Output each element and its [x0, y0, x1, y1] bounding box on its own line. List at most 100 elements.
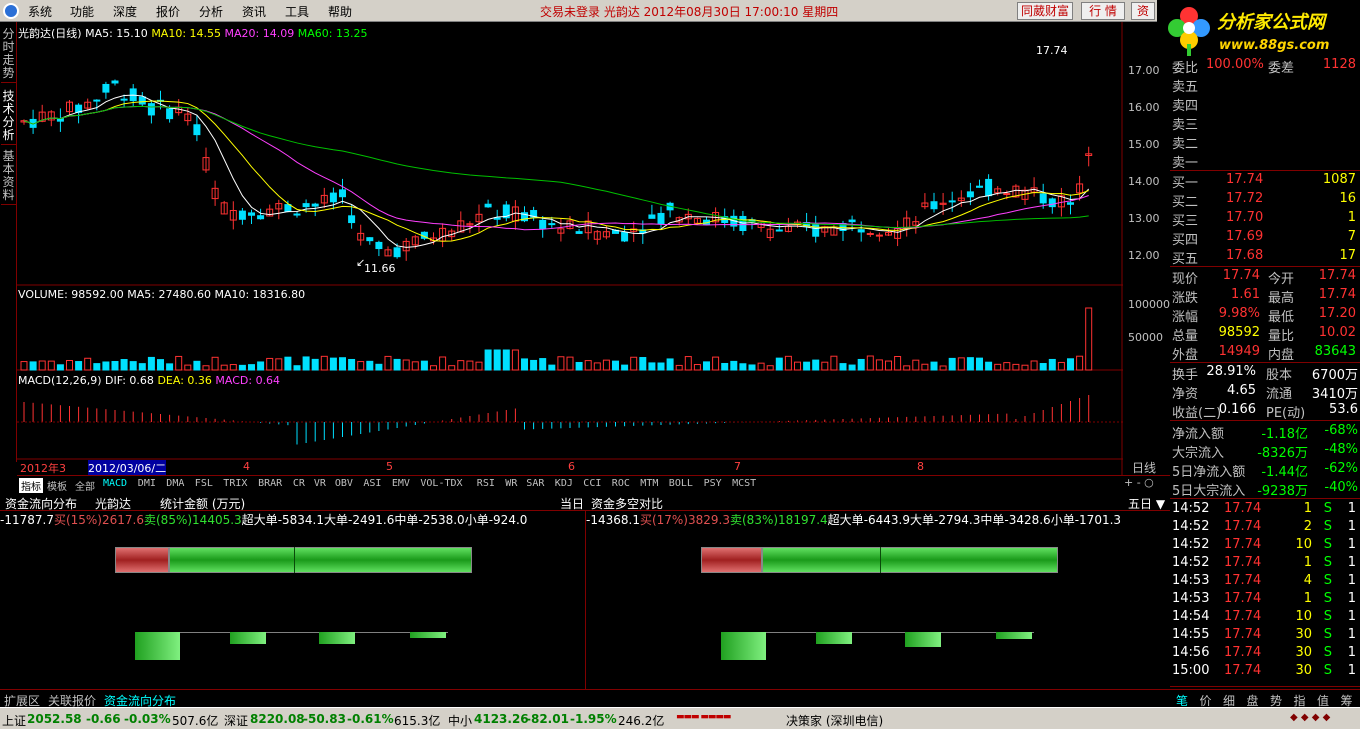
quote-stat-row: 外盘 14949 内盘 83643 — [1170, 343, 1360, 363]
order-size-value: -3428.6 — [1004, 513, 1051, 527]
order-size-value: -2491.6 — [348, 513, 395, 527]
fundflow-left: -11787.7买(15%)2617.6卖(85%)14405.3 超大单 -583… — [0, 511, 585, 689]
sz-index-change: -50.83 — [303, 712, 346, 726]
sz-index-name[interactable]: 深证 — [224, 712, 248, 729]
menu-tools[interactable]: 工具 — [285, 3, 309, 20]
indicator-tab[interactable]: DMA — [166, 478, 184, 489]
zx-index-name[interactable]: 中小 — [448, 712, 472, 729]
capital-flow-row: 净流入额 -1.18亿 -68% — [1170, 422, 1360, 442]
indicator-tab[interactable]: VR — [314, 478, 326, 489]
tick-time: 14:54 — [1172, 609, 1210, 624]
candle-body — [293, 213, 301, 216]
indicator-tab[interactable]: BOLL — [669, 478, 693, 489]
fundflow-compare-title[interactable]: 资金多空对比 — [591, 495, 663, 512]
menu-help[interactable]: 帮助 — [328, 3, 352, 20]
buy-level-row[interactable]: 买五 17.68 17 — [1170, 247, 1360, 267]
sh-index-name[interactable]: 上证 — [2, 712, 26, 729]
indicator-tab[interactable]: ASI — [363, 478, 381, 489]
menu-depth[interactable]: 深度 — [113, 3, 137, 20]
volume-bar — [721, 362, 729, 371]
dea-label: DEA: 0.36 — [157, 374, 212, 387]
tab-fundamental[interactable]: 基本资料 — [1, 150, 16, 205]
buy-level-row[interactable]: 买一 17.74 1087 — [1170, 171, 1360, 191]
indicator-tab[interactable]: OBV — [335, 478, 353, 489]
indicator-tab[interactable]: RSI — [477, 478, 495, 489]
indicator-tab[interactable]: ROC — [612, 478, 630, 489]
buy-level-volume: 1 — [1347, 210, 1356, 225]
flow-pct: -62% — [1324, 461, 1358, 476]
tab-technical[interactable]: 技术分析 — [1, 90, 16, 145]
volume-bar — [857, 358, 865, 371]
buy-level-row[interactable]: 买四 17.69 7 — [1170, 228, 1360, 248]
candle-body — [311, 203, 319, 207]
indicator-tab[interactable]: KDJ — [555, 478, 573, 489]
order-size-label: 超大单 — [827, 513, 864, 527]
balance-marker — [879, 547, 881, 573]
volume-bar — [639, 357, 647, 371]
buy-level-volume: 1087 — [1322, 172, 1356, 187]
order-ratio-row: 委比 100.00% 委差 1128 — [1170, 56, 1360, 76]
buy-level-price: 17.68 — [1226, 248, 1264, 263]
fund-value: 6700万 — [1311, 368, 1358, 383]
indicator-tab[interactable]: VOL-TDX — [420, 478, 462, 489]
sell-level-row[interactable]: 卖四 — [1170, 94, 1360, 114]
volume-bar — [29, 361, 37, 371]
indicator-tab[interactable]: EMV — [392, 478, 410, 489]
zoom-controls[interactable]: + - ○ — [1124, 476, 1154, 489]
menu-info[interactable]: 资讯 — [242, 3, 266, 20]
indicator-tab[interactable]: 指标 — [19, 478, 43, 493]
date-cursor-label: 2012/03/06/二 — [88, 460, 167, 476]
tab-timeshare[interactable]: 分时走势 — [1, 28, 16, 83]
fundamental-row: 换手 28.91% 股本 6700万 — [1170, 363, 1360, 383]
period-label[interactable]: 日线 — [1132, 459, 1156, 476]
menu-analysis[interactable]: 分析 — [199, 3, 223, 20]
menu-function[interactable]: 功能 — [70, 3, 94, 20]
info-button[interactable]: 资 — [1131, 2, 1155, 20]
sell-level-row[interactable]: 卖五 — [1170, 75, 1360, 95]
volume-bar — [775, 357, 783, 371]
menu-quote[interactable]: 报价 — [156, 3, 180, 20]
indicator-tab[interactable]: SAR — [526, 478, 544, 489]
buy-level-row[interactable]: 买二 17.72 16 — [1170, 190, 1360, 210]
chart-canvas[interactable] — [17, 22, 1123, 475]
indicator-tab[interactable]: BRAR — [258, 478, 282, 489]
net-flow-value: -11787.7 — [0, 513, 54, 527]
indicator-tab[interactable]: CR — [293, 478, 305, 489]
buy-level-row[interactable]: 买三 17.70 1 — [1170, 209, 1360, 229]
volume-bar — [521, 358, 528, 371]
sell-level-row[interactable]: 卖二 — [1170, 132, 1360, 152]
date-axis-label: 7 — [734, 460, 741, 473]
indicator-tab[interactable]: MCST — [732, 478, 756, 489]
menu-system[interactable]: 系统 — [28, 3, 52, 20]
tick-time: 14:52 — [1172, 537, 1210, 552]
indicator-tab[interactable]: WR — [505, 478, 517, 489]
candle-body — [302, 203, 310, 208]
candle-body — [548, 223, 556, 226]
volume-bar — [1039, 363, 1047, 371]
sell-bar — [762, 547, 1058, 573]
fundflow-title[interactable]: 资金流向分布 — [5, 495, 77, 512]
fundflow-unit: 统计金额 (万元) — [160, 497, 246, 511]
market-button[interactable]: 行 情 — [1081, 2, 1125, 20]
indicator-tab[interactable]: CCI — [583, 478, 601, 489]
candle-body — [375, 241, 383, 250]
candle-body — [166, 108, 174, 120]
indicator-tab[interactable]: MTM — [640, 478, 658, 489]
tray-icons[interactable]: ◆ ◆ ◆ ◆ — [1290, 712, 1330, 723]
indicator-tab[interactable]: TRIX — [223, 478, 247, 489]
indicator-tab[interactable]: 全部 — [75, 478, 95, 493]
price-axis-label: 17.00 — [1128, 64, 1160, 77]
broker-button[interactable]: 同葳财富 — [1017, 2, 1073, 20]
sell-level-row[interactable]: 卖三 — [1170, 113, 1360, 133]
tick-volume: 2 — [1303, 519, 1312, 534]
indicator-tab[interactable]: FSL — [195, 478, 213, 489]
indicator-tab[interactable]: MACD — [103, 478, 127, 489]
period-today[interactable]: 当日 — [560, 495, 584, 512]
volume-bar — [157, 359, 164, 371]
indicator-tab[interactable]: 模板 — [47, 478, 67, 493]
period-five-day-select[interactable]: 五日 ▼ — [1128, 495, 1165, 512]
order-size-value: -924.0 — [488, 513, 528, 527]
sell-level-row[interactable]: 卖一 — [1170, 151, 1360, 171]
indicator-tab[interactable]: DMI — [138, 478, 156, 489]
indicator-tab[interactable]: PSY — [704, 478, 722, 489]
